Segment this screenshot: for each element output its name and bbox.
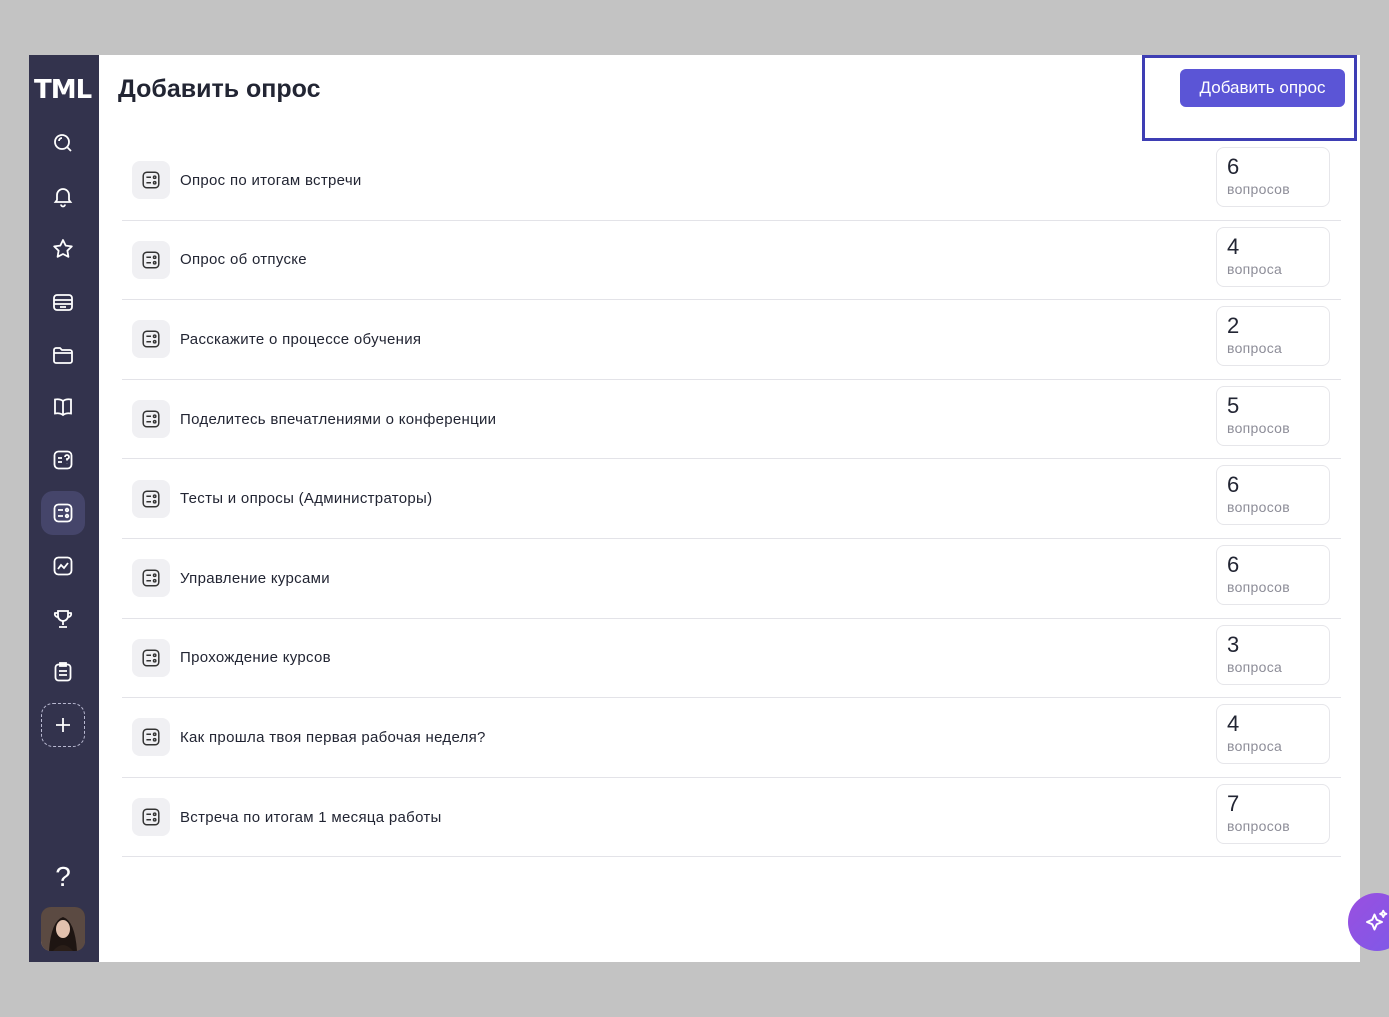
question-count-badge: 2 вопроса — [1216, 306, 1330, 367]
avatar[interactable] — [41, 907, 85, 951]
survey-row[interactable]: Опрос по итогам встречи 6 вопросов — [122, 141, 1341, 221]
app-window: TML ? Добавить опрос Добавить опрос Опро… — [29, 55, 1389, 962]
question-count-badge: 6 вопросов — [1216, 544, 1330, 605]
question-count: 6 — [1227, 154, 1240, 179]
sidebar-item-surveys[interactable] — [41, 491, 85, 535]
question-count-badge: 5 вопросов — [1216, 385, 1330, 446]
page-title: Добавить опрос — [118, 75, 321, 103]
question-count-unit: вопросов — [1227, 419, 1291, 436]
trophy-icon — [53, 610, 73, 628]
question-count-unit: вопроса — [1227, 260, 1283, 277]
survey-row[interactable]: Опрос об отпуске 4 вопроса — [122, 221, 1341, 301]
survey-icon — [132, 320, 170, 359]
question-count-unit: вопросов — [1227, 817, 1291, 834]
question-count: 6 — [1227, 551, 1240, 577]
survey-row[interactable]: Как прошла твоя первая рабочая неделя? 4 в… — [122, 698, 1341, 778]
survey-icon — [53, 503, 73, 523]
survey-icon — [132, 559, 170, 598]
question-count-unit: вопросов — [1227, 499, 1291, 516]
main-content: Добавить опрос Добавить опрос Опрос по и… — [99, 55, 1389, 962]
survey-icon — [132, 479, 170, 518]
quiz-icon — [53, 450, 73, 470]
survey-icon — [132, 798, 170, 837]
question-count-unit: вопроса — [1227, 738, 1283, 755]
book-icon — [54, 398, 72, 417]
question-count-badge: 7 вопросов — [1216, 783, 1330, 844]
survey-row[interactable]: Встреча по итогам 1 месяца работы 7 вопрос… — [122, 778, 1341, 858]
sidebar-item-archive[interactable] — [41, 280, 85, 324]
sidebar-item-analytics[interactable] — [41, 544, 85, 588]
sidebar-item-library[interactable] — [41, 385, 85, 429]
sidebar-item-search[interactable] — [41, 121, 85, 165]
user-photo-icon — [41, 907, 85, 951]
survey-row[interactable]: Расскажите о процессе обучения 2 вопроса — [122, 300, 1341, 380]
survey-title: Расскажите о процессе обучения — [180, 330, 422, 348]
add-survey-button[interactable]: Добавить опрос — [1180, 69, 1345, 107]
sidebar-item-tasks[interactable] — [41, 650, 85, 694]
survey-title: Встреча по итогам 1 месяца работы — [180, 808, 442, 826]
question-count: 6 — [1227, 472, 1240, 498]
question-count: 4 — [1227, 233, 1240, 259]
survey-icon — [132, 161, 170, 200]
search-icon — [54, 134, 72, 152]
survey-title: Управление курсами — [180, 569, 330, 587]
survey-title: Как прошла твоя первая рабочая неделя? — [180, 728, 486, 746]
help-button[interactable]: ? — [41, 855, 85, 899]
sidebar-item-favorites[interactable] — [41, 227, 85, 271]
survey-icon — [132, 240, 170, 279]
question-count-badge: 6 вопросов — [1216, 465, 1330, 526]
survey-title: Поделитесь впечатлениями о конференции — [180, 410, 497, 428]
survey-row[interactable]: Тесты и опросы (Администраторы) 6 вопросов — [122, 459, 1341, 539]
plus-icon — [56, 718, 70, 732]
folder-icon — [53, 347, 73, 364]
sidebar-item-notifications[interactable] — [41, 174, 85, 218]
question-count: 7 — [1227, 790, 1240, 816]
ai-assistant-button[interactable] — [1348, 893, 1389, 951]
logo: TML — [34, 75, 92, 105]
survey-title: Прохождение курсов — [180, 649, 331, 667]
survey-title: Опрос по итогам встречи — [180, 171, 362, 189]
survey-icon — [132, 400, 170, 439]
question-count-unit: вопроса — [1227, 658, 1283, 675]
question-count-badge: 4 вопроса — [1216, 226, 1330, 287]
chart-icon — [53, 556, 73, 576]
survey-icon — [132, 718, 170, 757]
survey-icon — [132, 638, 170, 677]
survey-row[interactable]: Поделитесь впечатлениями о конференции 5 в… — [122, 380, 1341, 460]
question-count-badge: 6 вопросов — [1216, 147, 1330, 207]
sidebar-item-quizzes[interactable] — [41, 438, 85, 482]
bell-icon — [53, 188, 73, 208]
survey-title: Опрос об отпуске — [180, 251, 307, 269]
archive-icon — [53, 294, 73, 311]
question-count-badge: 3 вопроса — [1216, 624, 1330, 685]
sidebar-item-files[interactable] — [41, 333, 85, 377]
question-count-unit: вопросов — [1227, 578, 1291, 595]
question-count-badge: 4 вопроса — [1216, 704, 1330, 765]
clipboard-icon — [54, 662, 72, 682]
sidebar-item-achievements[interactable] — [41, 597, 85, 641]
star-icon — [53, 239, 73, 258]
question-count: 4 — [1227, 711, 1240, 737]
question-count-unit: вопросов — [1227, 181, 1291, 197]
sidebar-add-button[interactable] — [41, 703, 85, 747]
question-count: 5 — [1227, 392, 1240, 418]
survey-row[interactable]: Управление курсами 6 вопросов — [122, 539, 1341, 619]
survey-row[interactable]: Прохождение курсов 3 вопроса — [122, 619, 1341, 699]
question-count: 3 — [1227, 631, 1240, 657]
survey-title: Тесты и опросы (Администраторы) — [180, 490, 433, 508]
sidebar: TML ? — [29, 55, 99, 962]
survey-list: Опрос по итогам встречи 6 вопросов Опрос об… — [122, 141, 1341, 858]
sparkle-icon — [1366, 909, 1388, 931]
question-count: 2 — [1227, 313, 1240, 339]
question-count-unit: вопроса — [1227, 340, 1283, 357]
